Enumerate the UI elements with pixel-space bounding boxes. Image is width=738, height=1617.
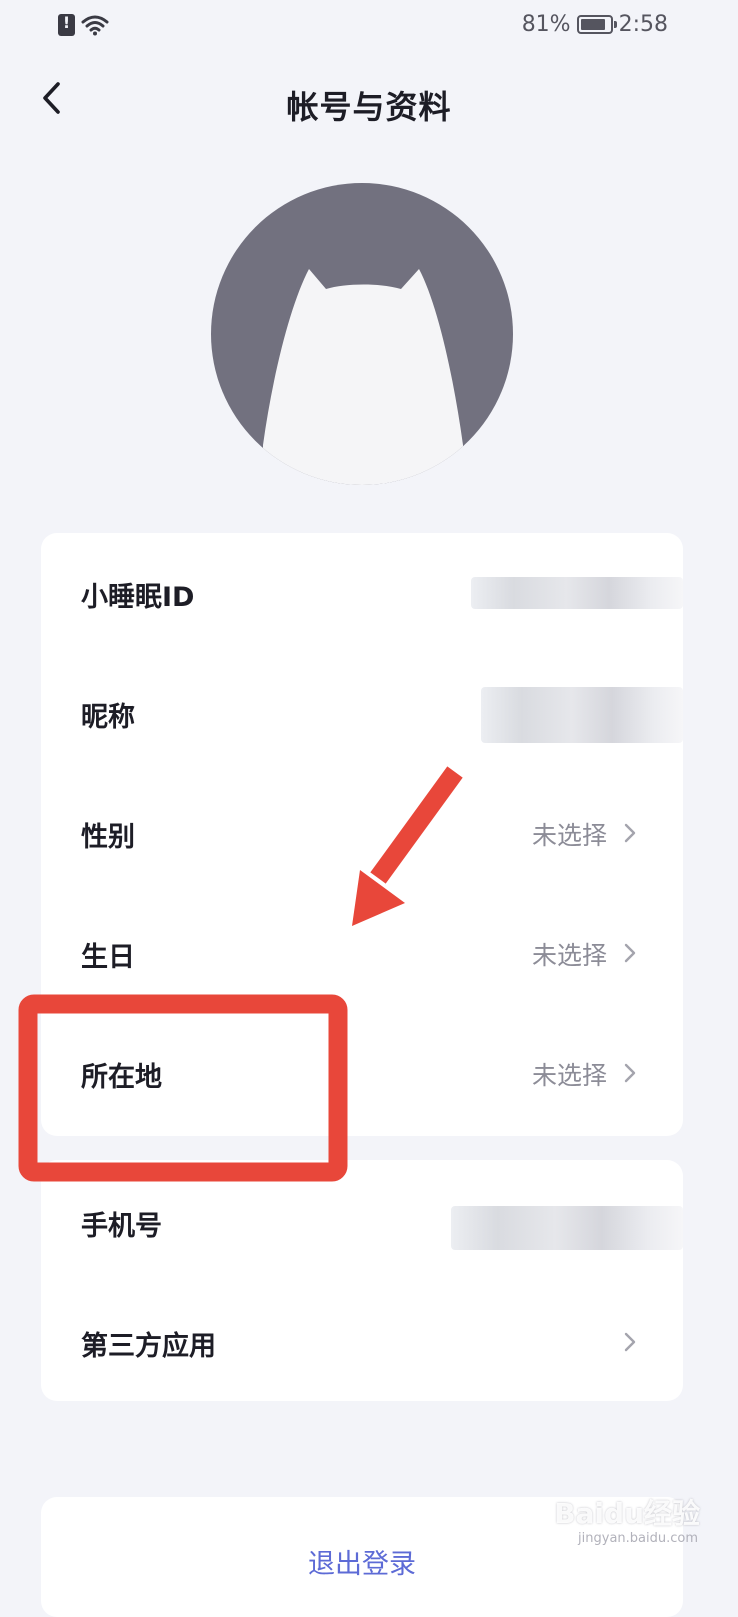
row-user-id[interactable]: 小睡眠ID xyxy=(41,533,683,653)
cat-silhouette-icon xyxy=(263,269,463,485)
binding-card: 手机号 第三方应用 xyxy=(41,1160,683,1401)
battery-percent: 81% xyxy=(521,12,571,37)
row-value: 未选择 xyxy=(531,821,607,850)
page-title: 帐号与资料 xyxy=(286,88,452,126)
battery-icon xyxy=(576,15,617,34)
row-third-party-apps[interactable]: 第三方应用 xyxy=(41,1280,683,1400)
row-value: 未选择 xyxy=(531,941,607,970)
redacted-value xyxy=(451,1206,683,1250)
chevron-right-icon xyxy=(624,1063,636,1083)
row-value: 未选择 xyxy=(531,1061,607,1090)
redacted-value xyxy=(471,577,683,609)
chevron-right-icon xyxy=(624,943,636,963)
row-birthday[interactable]: 生日 未选择 xyxy=(41,893,683,1013)
row-label: 第三方应用 xyxy=(81,1331,216,1362)
wifi-icon xyxy=(81,15,109,36)
status-bar: 81% 2:58 xyxy=(0,0,738,56)
logout-button[interactable]: 退出登录 xyxy=(41,1542,683,1581)
redacted-value xyxy=(481,687,683,743)
chevron-right-icon xyxy=(624,1332,636,1352)
alert-icon xyxy=(58,13,75,36)
row-label: 昵称 xyxy=(81,702,135,733)
chevron-right-icon xyxy=(624,823,636,843)
clock: 2:58 xyxy=(618,12,668,37)
row-label: 小睡眠ID xyxy=(81,582,195,613)
account-card: 小睡眠ID 昵称 性别 未选择 生日 未选择 所在地 未选择 xyxy=(41,533,683,1136)
row-label: 手机号 xyxy=(81,1211,162,1242)
row-gender[interactable]: 性别 未选择 xyxy=(41,773,683,893)
row-location[interactable]: 所在地 未选择 xyxy=(41,1013,683,1133)
row-phone[interactable]: 手机号 xyxy=(41,1160,683,1280)
avatar[interactable] xyxy=(211,183,513,485)
row-label: 所在地 xyxy=(81,1062,162,1093)
row-nickname[interactable]: 昵称 xyxy=(41,653,683,773)
row-label: 生日 xyxy=(81,942,135,973)
row-label: 性别 xyxy=(81,822,135,853)
header: 帐号与资料 xyxy=(0,70,738,130)
watermark: Baidu经验 xyxy=(554,1497,700,1530)
watermark-url: jingyan.baidu.com xyxy=(578,1531,698,1546)
